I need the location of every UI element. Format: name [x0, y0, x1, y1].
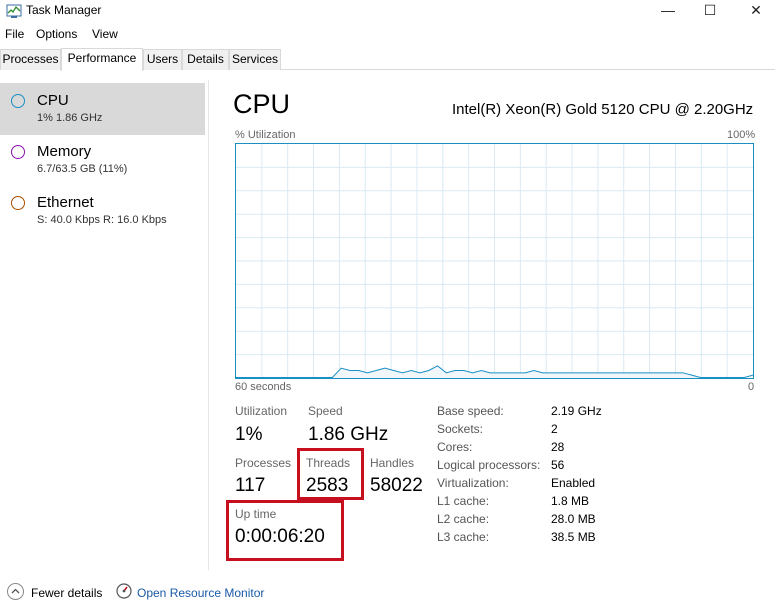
close-button[interactable]: ✕ [736, 0, 775, 22]
info-value: 2.19 GHz [551, 404, 602, 418]
speed-value: 1.86 GHz [308, 424, 389, 445]
sidebar-item-title: Ethernet [37, 194, 94, 211]
footer: Fewer details Open Resource Monitor [0, 578, 775, 606]
info-value: 38.5 MB [551, 530, 596, 544]
tab-services[interactable]: Services [229, 49, 281, 70]
sidebar-item-subtitle: S: 40.0 Kbps R: 16.0 Kbps [37, 214, 167, 226]
utilization-value: 1% [235, 424, 263, 445]
sidebar-item-subtitle: 6.7/63.5 GB (11%) [37, 163, 128, 175]
tab-performance[interactable]: Performance [61, 48, 143, 71]
ethernet-status-icon [11, 196, 25, 210]
info-value: 56 [551, 458, 565, 472]
info-label: Virtualization: [437, 476, 509, 490]
uptime-highlight-box [226, 500, 344, 561]
cpu-status-icon [11, 94, 25, 108]
graph-y-max-label: 100% [727, 129, 756, 141]
processes-value: 117 [235, 475, 266, 496]
maximize-button[interactable]: ☐ [690, 0, 730, 22]
info-label: L2 cache: [437, 512, 490, 526]
cpu-utilization-graph [235, 143, 754, 379]
minimize-button[interactable]: — [648, 0, 688, 22]
handles-value: 58022 [370, 475, 423, 496]
threads-highlight-box [297, 448, 364, 500]
tab-processes[interactable]: Processes [0, 49, 61, 70]
resource-monitor-icon[interactable] [116, 583, 132, 599]
speed-label: Speed [308, 404, 343, 418]
cpu-model: Intel(R) Xeon(R) Gold 5120 CPU @ 2.20GHz [452, 101, 754, 118]
sidebar-item-ethernet[interactable]: Ethernet S: 40.0 Kbps R: 16.0 Kbps [0, 185, 205, 237]
tab-users[interactable]: Users [143, 49, 182, 70]
handles-label: Handles [370, 456, 415, 470]
info-value: 2 [551, 422, 558, 436]
info-label: L3 cache: [437, 530, 490, 544]
memory-status-icon [11, 145, 25, 159]
info-label: Base speed: [437, 404, 504, 418]
info-value: 1.8 MB [551, 494, 590, 508]
info-value: 28.0 MB [551, 512, 596, 526]
sidebar-item-subtitle: 1% 1.86 GHz [37, 112, 103, 124]
tab-details[interactable]: Details [182, 49, 229, 70]
menu-options[interactable]: Options [36, 27, 77, 41]
sidebar-divider [208, 80, 209, 570]
task-manager-icon [6, 4, 22, 18]
sidebar: CPU 1% 1.86 GHz Memory 6.7/63.5 GB (11%)… [0, 80, 207, 570]
info-value: 28 [551, 440, 565, 454]
sidebar-item-cpu[interactable]: CPU 1% 1.86 GHz [0, 83, 205, 135]
info-value: Enabled [551, 476, 596, 490]
info-label: L1 cache: [437, 494, 490, 508]
title-bar: Task Manager — ☐ ✕ [0, 0, 775, 22]
menu-view[interactable]: View [92, 27, 118, 41]
page-title: CPU [233, 89, 291, 119]
menu-file[interactable]: File [5, 27, 24, 41]
cpu-graph-canvas [236, 144, 753, 378]
graph-x-right-label: 0 [748, 381, 755, 393]
fewer-details-chevron-icon[interactable] [7, 583, 24, 600]
info-label: Logical processors: [437, 458, 541, 472]
info-label: Cores: [437, 440, 473, 454]
processes-label: Processes [235, 456, 292, 470]
fewer-details-link[interactable]: Fewer details [31, 586, 102, 600]
graph-y-label: % Utilization [235, 129, 296, 141]
open-resource-monitor-link[interactable]: Open Resource Monitor [137, 586, 264, 600]
sidebar-item-title: Memory [37, 143, 92, 160]
utilization-label: Utilization [235, 404, 288, 418]
sidebar-item-memory[interactable]: Memory 6.7/63.5 GB (11%) [0, 134, 205, 186]
graph-x-left-label: 60 seconds [235, 381, 292, 393]
tab-bar: Processes Performance Users Details Serv… [0, 48, 775, 71]
window-title: Task Manager [26, 3, 102, 17]
sidebar-item-title: CPU [37, 92, 69, 109]
info-label: Sockets: [437, 422, 484, 436]
